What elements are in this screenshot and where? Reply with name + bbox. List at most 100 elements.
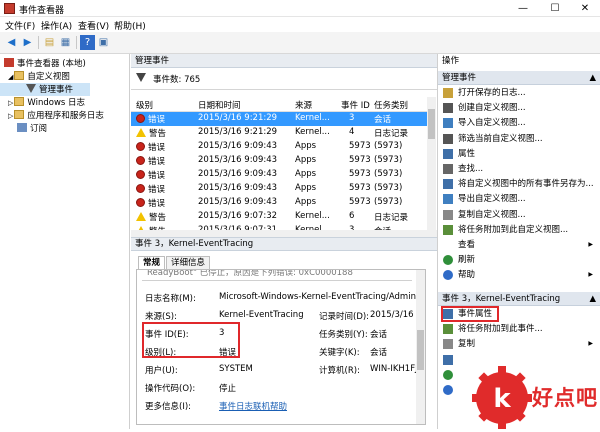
error-icon (136, 114, 145, 123)
event-list: 错误 2015/3/16 9:21:29 Kernel... 3 会话 警告 2015/3/… (131, 112, 427, 230)
detail-scrollbar[interactable] (416, 270, 425, 424)
action-label: 筛选当前自定义视图... (458, 133, 543, 144)
event-level-label: 错误 (148, 143, 166, 153)
event-level: 错误 (136, 197, 165, 209)
event-list-scrollbar[interactable] (427, 97, 436, 230)
tree-item-administrative-events[interactable]: 管理事件 (0, 83, 90, 96)
column-header-task-category[interactable]: 任务类别 (374, 99, 408, 111)
logged-label: 记录时间(D): (319, 312, 370, 322)
action-item[interactable]: 导入自定义视图... (438, 116, 600, 130)
event-list-header: 级别 日期和时间 来源 事件 ID 任务类别 (131, 97, 427, 112)
expand-arrow-icon[interactable]: ▷ (8, 112, 13, 120)
action-item[interactable]: 打开保存的日志... (438, 86, 600, 100)
action-item[interactable]: 帮助 ▶ (438, 268, 600, 282)
up-folder-icon[interactable]: ▤ (42, 35, 57, 50)
minimize-button[interactable]: — (508, 0, 538, 17)
copy-icon (443, 209, 453, 220)
source-label: 来源(S): (145, 312, 177, 322)
action-item[interactable]: 事件属性 (438, 306, 600, 322)
event-count-bar: 事件数: 765 (131, 68, 437, 90)
forward-icon[interactable]: ▶ (20, 35, 35, 50)
menu-file[interactable]: 文件(F) (5, 19, 35, 32)
refresh-icon (443, 255, 453, 266)
actions-title: 操作 (438, 54, 600, 68)
event-source: Apps (295, 169, 317, 179)
help-icon[interactable]: ? (80, 35, 95, 50)
window-title: 事件查看器 (19, 6, 65, 16)
event-list-hscrollbar[interactable] (131, 230, 437, 237)
tree-item-app-service-logs[interactable]: ▷ 应用程序和服务日志 (0, 109, 104, 122)
action-label: 查看 (458, 240, 476, 250)
event-task-category: 会话 (374, 115, 392, 125)
menu-view[interactable]: 查看(V) (78, 19, 109, 32)
collapse-arrow-icon[interactable]: ◢ (8, 73, 13, 81)
toolbar-divider (76, 36, 77, 49)
collapse-arrow-icon[interactable]: ▲ (589, 71, 596, 85)
event-datetime: 2015/3/16 9:09:43 (198, 169, 278, 179)
tree-item-event-viewer-local[interactable]: 事件查看器 (本地) (0, 57, 86, 70)
event-row[interactable]: 错误 2015/3/16 9:09:43 Apps 5973 (5973) (131, 196, 427, 210)
action-item[interactable]: 查找... (438, 162, 600, 176)
properties-icon[interactable]: ▣ (96, 35, 111, 50)
action-item[interactable]: 查看 ▶ (438, 238, 600, 252)
close-button[interactable]: ✕ (570, 0, 600, 17)
action-item[interactable] (438, 353, 600, 367)
tree-item-windows-logs[interactable]: ▷ Windows 日志 (0, 96, 85, 109)
tab-general[interactable]: 常规 (138, 256, 166, 269)
event-source: Apps (295, 141, 317, 151)
action-label: 创建自定义视图... (458, 103, 526, 114)
event-row[interactable]: 错误 2015/3/16 9:09:43 Apps 5973 (5973) (131, 154, 427, 168)
action-item[interactable]: 将任务附加到此事件... (438, 322, 600, 336)
event-id: 3 (349, 113, 355, 123)
export-icon (443, 194, 453, 205)
action-item[interactable]: 复制 ▶ (438, 337, 600, 351)
tree-item-custom-views[interactable]: ◢ 自定义视图 (0, 70, 70, 83)
event-level: 错误 (136, 155, 165, 167)
actions-section-admin-events[interactable]: 管理事件 ▲ (438, 71, 600, 85)
action-item[interactable]: 导出自定义视图... (438, 192, 600, 206)
maximize-button[interactable]: ☐ (540, 0, 570, 17)
menu-help[interactable]: 帮助(H) (114, 19, 146, 32)
scrollbar-thumb[interactable] (417, 330, 424, 370)
action-item[interactable]: 将自定义视图中的所有事件另存为... (438, 177, 600, 191)
action-item[interactable]: 将任务附加到此自定义视图... (438, 223, 600, 237)
tab-details[interactable]: 详细信息 (166, 256, 211, 269)
center-pane: 管理事件 事件数: 765 级别 日期和时间 来源 事件 ID 任务类别 错误 2… (131, 54, 437, 429)
column-header-level[interactable]: 级别 (136, 99, 153, 111)
expand-arrow-icon[interactable]: ▷ (8, 99, 13, 107)
event-id: 6 (349, 211, 355, 221)
event-row[interactable]: 错误 2015/3/16 9:09:43 Apps 5973 (5973) (131, 182, 427, 196)
tree-item-subscriptions[interactable]: 订阅 (0, 122, 47, 135)
warning-icon (136, 128, 146, 137)
event-row[interactable]: 错误 2015/3/16 9:09:43 Apps 5973 (5973) (131, 168, 427, 182)
action-item[interactable]: 创建自定义视图... (438, 101, 600, 115)
event-level: 警告 (136, 211, 166, 223)
column-header-event-id[interactable]: 事件 ID (341, 99, 370, 111)
event-id: 4 (349, 127, 355, 137)
column-header-datetime[interactable]: 日期和时间 (198, 99, 241, 111)
event-row[interactable]: 警告 2015/3/16 9:07:32 Kernel... 6 日志记录 (131, 210, 427, 224)
action-item[interactable]: 复制自定义视图... (438, 208, 600, 222)
action-item[interactable]: 刷新 (438, 253, 600, 267)
online-help-link[interactable]: 事件日志联机帮助 (219, 400, 287, 412)
column-header-source[interactable]: 来源 (295, 99, 312, 111)
event-row[interactable]: 错误 2015/3/16 9:09:43 Apps 5973 (5973) (131, 140, 427, 154)
action-label: 打开保存的日志... (458, 88, 526, 98)
event-row[interactable]: 警告 2015/3/16 9:21:29 Kernel... 4 日志记录 (131, 126, 427, 140)
action-label: 导出自定义视图... (458, 194, 526, 205)
actions-section-event[interactable]: 事件 3，Kernel-EventTracing ▲ (438, 292, 600, 306)
tree-item-label: 自定义视图 (27, 72, 70, 82)
back-icon[interactable]: ◀ (4, 35, 19, 50)
action-label: 将任务附加到此事件... (458, 324, 543, 335)
action-item[interactable]: 筛选当前自定义视图... (438, 132, 600, 146)
toolbar: ◀ ▶ ▤ ▦ ? ▣ (0, 32, 600, 54)
action-label: 复制自定义视图... (458, 209, 526, 220)
computer-value: WIN-IKH1FJ (370, 364, 418, 374)
collapse-arrow-icon[interactable]: ▲ (589, 292, 596, 306)
scrollbar-thumb[interactable] (428, 109, 435, 139)
menu-action[interactable]: 操作(A) (41, 19, 72, 32)
show-hide-tree-icon[interactable]: ▦ (58, 35, 73, 50)
action-item[interactable]: 属性 (438, 147, 600, 161)
event-level: 错误 (136, 141, 165, 153)
event-row[interactable]: 错误 2015/3/16 9:21:29 Kernel... 3 会话 (131, 112, 427, 126)
